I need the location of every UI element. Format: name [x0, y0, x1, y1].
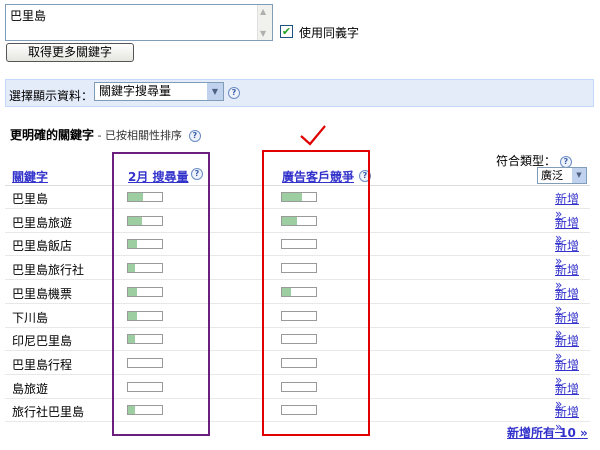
- keyword-cell: 旅行社巴里島: [12, 405, 85, 420]
- section-title-main: 更明確的關鍵字: [10, 128, 95, 142]
- keyword-cell: 巴里島飯店: [12, 239, 73, 254]
- help-icon[interactable]: ?: [228, 87, 240, 99]
- keyword-cell: 巴里島旅行社: [12, 263, 85, 278]
- synonyms-label: 使用同義字: [299, 26, 360, 40]
- match-type-selected: 廣泛: [541, 169, 563, 182]
- competition-highlight-box: [262, 150, 370, 436]
- scroll-down-icon[interactable]: ▼: [260, 29, 266, 38]
- keyword-cell: 島旅遊: [12, 381, 49, 396]
- volume-highlight-box: [112, 152, 210, 436]
- filter-bar: 選擇顯示資料： 關鍵字搜尋量 ▼ ?: [5, 79, 594, 107]
- chevron-down-icon[interactable]: ▼: [207, 83, 223, 100]
- column-header-keyword[interactable]: 關鍵字: [12, 168, 48, 185]
- scroll-up-icon[interactable]: ▲: [260, 7, 266, 16]
- keyword-input[interactable]: 巴里島 ▲ ▼: [5, 4, 273, 41]
- match-type-select[interactable]: 廣泛 ▼: [537, 167, 587, 184]
- textarea-scrollbar[interactable]: ▲ ▼: [257, 5, 272, 40]
- red-check-annotation: [300, 125, 326, 146]
- help-icon[interactable]: ?: [188, 129, 201, 142]
- chevron-down-icon[interactable]: ▼: [572, 168, 586, 183]
- keyword-cell: 下川島: [12, 310, 49, 325]
- keyword-input-value: 巴里島: [10, 9, 47, 23]
- keyword-cell: 巴里島旅遊: [12, 215, 73, 230]
- keyword-cell: 巴里島: [12, 192, 49, 206]
- help-icon[interactable]: ?: [559, 155, 572, 168]
- checkmark-icon: ✔: [281, 25, 292, 38]
- section-subtitle: - 已按相關性排序: [94, 129, 182, 142]
- filter-label: 選擇顯示資料：: [9, 89, 94, 103]
- section-title: 更明確的關鍵字 - 已按相關性排序 ?: [10, 126, 201, 143]
- synonyms-checkbox[interactable]: ✔: [280, 25, 293, 38]
- add-all-link[interactable]: 新增所有 10 »: [507, 424, 588, 441]
- get-more-keywords-button[interactable]: 取得更多關鍵字: [6, 43, 134, 62]
- keyword-cell: 印尼巴里島: [12, 334, 73, 349]
- keyword-cell: 巴里島機票: [12, 286, 73, 301]
- data-display-select[interactable]: 關鍵字搜尋量 ▼: [94, 82, 224, 101]
- data-display-selected: 關鍵字搜尋量: [99, 84, 172, 98]
- keyword-cell: 巴里島行程: [12, 357, 73, 372]
